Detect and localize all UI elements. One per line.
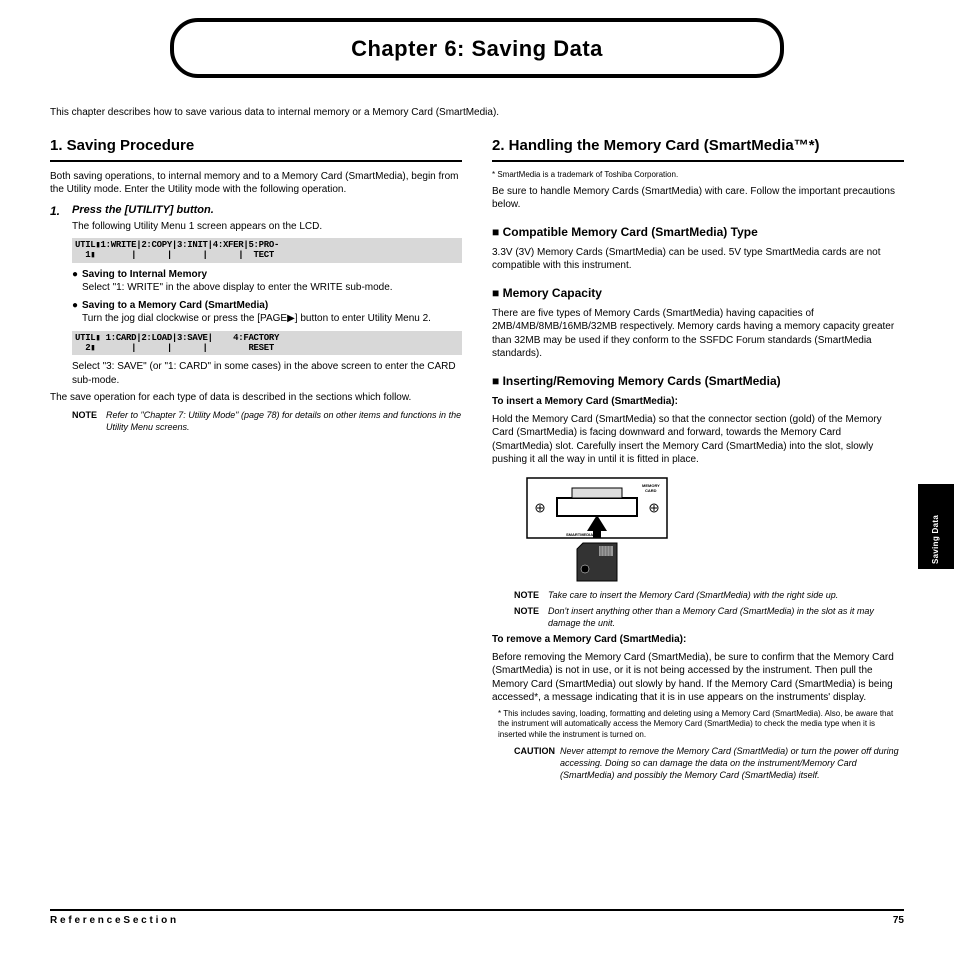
- step-1-detail: The following Utility Menu 1 screen appe…: [72, 220, 462, 234]
- insert-body: Hold the Memory Card (SmartMedia) so tha…: [492, 413, 904, 467]
- page-footer: R e f e r e n c e S e c t i o n 75: [50, 909, 904, 926]
- left-para-2: Select "3: SAVE" (or "1: CARD" in some c…: [72, 360, 462, 387]
- step-1: 1. Press the [UTILITY] button. The follo…: [50, 203, 462, 233]
- section-saving-procedure: 1. Saving Procedure: [50, 136, 462, 162]
- lcd-utility-menu-2: UTIL▮ 1:CARD|2:LOAD|3:SAVE| 4:FACTORY 2▮…: [72, 331, 462, 356]
- right-para-1: Be sure to handle Memory Cards (SmartMed…: [492, 185, 904, 212]
- lcd-utility-menu-1: UTIL▮1:WRITE|2:COPY|3:INIT|4:XFER|5:PRO-…: [72, 238, 462, 263]
- remove-body: Before removing the Memory Card (SmartMe…: [492, 651, 904, 705]
- sub-compatible-type: ■ Compatible Memory Card (SmartMedia) Ty…: [492, 224, 904, 240]
- smartmedia-footnote: * SmartMedia is a trademark of Toshiba C…: [492, 170, 904, 181]
- bullet-internal-memory: ● Saving to Internal Memory Select "1: W…: [72, 268, 462, 295]
- note-utility-ref: NOTE Refer to "Chapter 7: Utility Mode" …: [72, 409, 462, 433]
- caution-remove: CAUTION Never attempt to remove the Memo…: [514, 745, 904, 781]
- right-para-2: 3.3V (3V) Memory Cards (SmartMedia) can …: [492, 246, 904, 273]
- note-insert-other: NOTE Don't insert anything other than a …: [514, 605, 904, 629]
- sub-memory-capacity: ■ Memory Capacity: [492, 285, 904, 301]
- left-para-1: Both saving operations, to internal memo…: [50, 170, 462, 197]
- left-para-3: The save operation for each type of data…: [50, 391, 462, 405]
- remove-footnote: * This includes saving, loading, formatt…: [498, 709, 904, 741]
- svg-text:CARD: CARD: [645, 488, 657, 493]
- left-column: 1. Saving Procedure Both saving operatio…: [50, 124, 462, 786]
- right-para-3: There are five types of Memory Cards (Sm…: [492, 307, 904, 361]
- bullet-memory-card: ● Saving to a Memory Card (SmartMedia) T…: [72, 299, 462, 326]
- chapter-intro: This chapter describes how to save vario…: [50, 106, 904, 120]
- step-number: 1.: [50, 203, 72, 233]
- chapter-title-box: Chapter 6: Saving Data: [170, 18, 784, 78]
- sub-insert-remove: ■ Inserting/Removing Memory Cards (Smart…: [492, 373, 904, 389]
- chapter-title: Chapter 6: Saving Data: [194, 36, 760, 62]
- right-column: 2. Handling the Memory Card (SmartMedia™…: [492, 124, 904, 786]
- note-insert-orientation: NOTE Take care to insert the Memory Card…: [514, 589, 904, 601]
- page-number: 75: [893, 915, 904, 926]
- svg-text:SMARTMEDIA™: SMARTMEDIA™: [566, 532, 597, 537]
- remove-head: To remove a Memory Card (SmartMedia):: [492, 633, 904, 647]
- section-handling-card: 2. Handling the Memory Card (SmartMedia™…: [492, 136, 904, 162]
- section-tab: Saving Data: [918, 484, 954, 569]
- footer-section-label: R e f e r e n c e S e c t i o n: [50, 915, 176, 926]
- insert-head: To insert a Memory Card (SmartMedia):: [492, 395, 904, 409]
- card-slot-illustration: MEMORY CARD SMARTMEDIA™: [522, 473, 904, 583]
- step-1-lead: Press the [UTILITY] button.: [72, 203, 462, 218]
